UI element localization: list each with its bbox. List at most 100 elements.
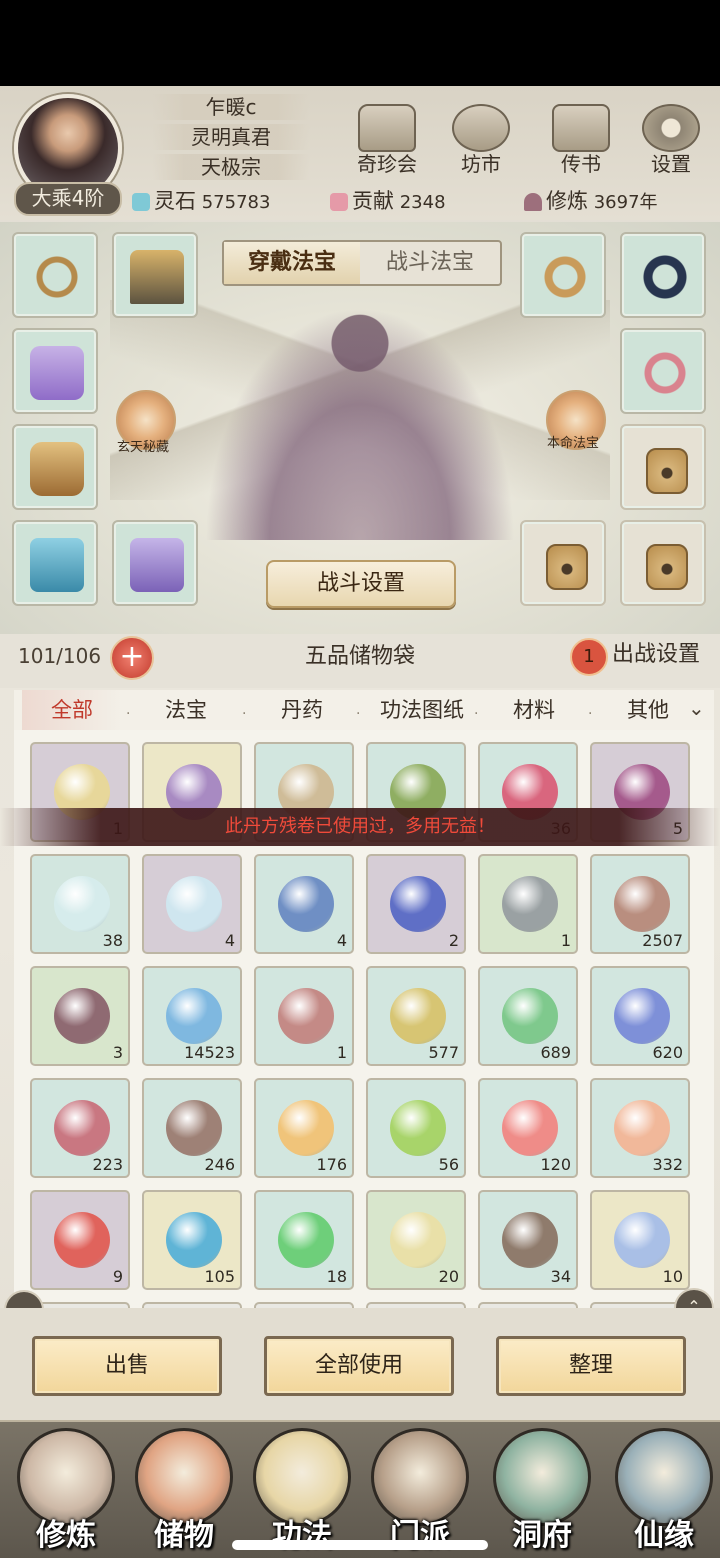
nav-label: 仙缘 xyxy=(634,1518,694,1553)
filter-manuals[interactable]: 功法图纸 xyxy=(362,690,482,730)
inventory-item[interactable]: 18 xyxy=(254,1190,354,1290)
inventory-item[interactable]: 1 xyxy=(254,966,354,1066)
filter-materials[interactable]: 材料 xyxy=(484,690,584,730)
filter-separator: · xyxy=(356,706,361,722)
chevron-down-icon[interactable]: ⌄ xyxy=(688,696,705,720)
tab-battle-treasure[interactable]: 战斗法宝 xyxy=(362,242,498,284)
dark-ring-icon xyxy=(638,250,692,304)
settings-button[interactable]: 设置 xyxy=(632,104,710,176)
item-icon xyxy=(278,1212,334,1268)
inventory-item[interactable]: 9 xyxy=(30,1190,130,1290)
inventory-item[interactable]: 2507 xyxy=(590,854,690,954)
inventory-item[interactable]: 20 xyxy=(366,1190,466,1290)
inventory-item[interactable]: 38 xyxy=(30,854,130,954)
treasure-pavilion-button[interactable]: 奇珍会 xyxy=(348,104,426,176)
inventory-item[interactable]: 332 xyxy=(590,1078,690,1178)
filter-other[interactable]: 其他 xyxy=(598,690,698,730)
equip-slot-bracelet[interactable] xyxy=(520,232,606,318)
inventory-item[interactable]: 4 xyxy=(254,854,354,954)
tab-wear-treasure[interactable]: 穿戴法宝 xyxy=(224,242,360,284)
nav-sect-hall[interactable]: 门派 xyxy=(368,1428,472,1553)
letter-button[interactable]: 传书 xyxy=(542,104,620,176)
item-icon xyxy=(614,1100,670,1156)
player-name: 乍暖c xyxy=(152,94,310,120)
cultivation-icon xyxy=(524,193,542,211)
equip-slot-locked-2[interactable] xyxy=(520,520,606,606)
filter-pills[interactable]: 丹药 xyxy=(252,690,352,730)
item-count: 56 xyxy=(438,1155,459,1174)
equip-slot-hat[interactable] xyxy=(112,232,198,318)
nav-storage-bag[interactable]: 储物 xyxy=(132,1428,236,1553)
equip-slot-gloves[interactable] xyxy=(12,424,98,510)
inventory-item[interactable]: 246 xyxy=(142,1078,242,1178)
inventory-item[interactable]: 176 xyxy=(254,1078,354,1178)
contribution-icon xyxy=(330,193,348,211)
equip-slot-ring-2[interactable] xyxy=(620,328,706,414)
battle-settings-button[interactable]: 战斗设置 xyxy=(266,560,456,608)
inventory-item[interactable]: 4 xyxy=(142,854,242,954)
pants-icon xyxy=(30,538,84,592)
lock-icon xyxy=(546,544,588,590)
gloves-icon xyxy=(30,442,84,496)
deploy-settings-button[interactable]: 出战设置 xyxy=(612,640,700,670)
hat-icon xyxy=(130,250,184,304)
cultivation-stat: 修炼 3697年 xyxy=(524,188,658,214)
equip-slot-pants[interactable] xyxy=(12,520,98,606)
item-count: 620 xyxy=(652,1043,683,1062)
nav-label: 储物 xyxy=(154,1518,214,1553)
inventory-item[interactable]: 620 xyxy=(590,966,690,1066)
nav-scroll[interactable]: 功法 xyxy=(250,1428,354,1553)
item-icon xyxy=(390,876,446,932)
inventory-item[interactable]: 1 xyxy=(478,854,578,954)
nav-label: 修炼 xyxy=(36,1518,96,1553)
inventory-item[interactable]: 14523 xyxy=(142,966,242,1066)
filter-treasure[interactable]: 法宝 xyxy=(136,690,236,730)
mystic-vault-label: 玄天秘藏 xyxy=(116,440,169,455)
use-all-button[interactable]: 全部使用 xyxy=(264,1336,454,1396)
item-icon xyxy=(166,1212,222,1268)
deploy-count-badge: 1 xyxy=(570,638,608,676)
market-button[interactable]: 坊市 xyxy=(442,104,520,176)
robe-icon xyxy=(30,346,84,400)
bag-capacity: 101/106 xyxy=(18,644,102,668)
inventory-item[interactable]: 577 xyxy=(366,966,466,1066)
inventory-item[interactable]: 223 xyxy=(30,1078,130,1178)
settings-label: 设置 xyxy=(651,152,691,176)
equip-slot-locked-1[interactable] xyxy=(620,424,706,510)
item-icon xyxy=(614,988,670,1044)
equip-slot-robe[interactable] xyxy=(12,328,98,414)
equip-slot-boots[interactable] xyxy=(112,520,198,606)
equip-slot-necklace[interactable] xyxy=(12,232,98,318)
inventory-item[interactable]: 689 xyxy=(478,966,578,1066)
nav-cave-dwelling[interactable]: 洞府 xyxy=(490,1428,594,1553)
status-area xyxy=(0,0,720,86)
item-icon xyxy=(278,876,334,932)
filter-separator: · xyxy=(242,706,247,722)
item-count: 1 xyxy=(560,931,571,950)
item-icon xyxy=(502,876,558,932)
equip-slot-locked-3[interactable] xyxy=(620,520,706,606)
nav-cultivate[interactable]: 修炼 xyxy=(14,1428,118,1553)
gear-icon xyxy=(642,104,700,152)
inventory-item[interactable]: 3 xyxy=(30,966,130,1066)
sort-button[interactable]: 整理 xyxy=(496,1336,686,1396)
lock-icon xyxy=(646,448,688,494)
item-count: 176 xyxy=(316,1155,347,1174)
item-icon xyxy=(502,1212,558,1268)
inventory-item[interactable]: 2 xyxy=(366,854,466,954)
equip-slot-ring-1[interactable] xyxy=(620,232,706,318)
item-count: 2 xyxy=(448,931,459,950)
item-count: 1 xyxy=(336,1043,347,1062)
inventory-item[interactable]: 56 xyxy=(366,1078,466,1178)
inventory-item[interactable]: 105 xyxy=(142,1190,242,1290)
inventory-item[interactable]: 34 xyxy=(478,1190,578,1290)
item-icon xyxy=(166,1100,222,1156)
filter-all[interactable]: 全部 xyxy=(22,690,122,732)
expand-bag-button[interactable]: + xyxy=(110,636,154,680)
nav-fate-swirl[interactable]: 仙缘 xyxy=(612,1428,716,1553)
inventory-item[interactable]: 120 xyxy=(478,1078,578,1178)
realm-badge: 大乘4阶 xyxy=(14,182,122,216)
sell-button[interactable]: 出售 xyxy=(32,1336,222,1396)
inventory-item[interactable]: 10 xyxy=(590,1190,690,1290)
spirit-stone-icon xyxy=(132,193,150,211)
